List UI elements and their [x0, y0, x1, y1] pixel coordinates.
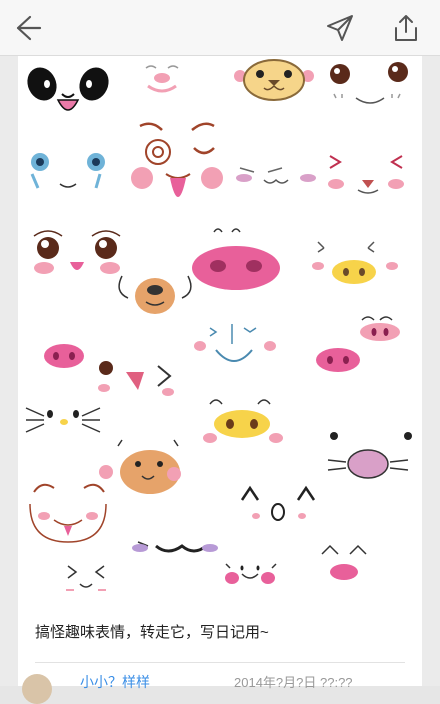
share-upload-icon [395, 15, 417, 41]
avatar[interactable] [22, 674, 52, 704]
top-toolbar [0, 0, 440, 56]
arrow-left-icon [16, 15, 42, 41]
post-card: 搞怪趣味表情，转走它，写日记用~ [18, 56, 422, 686]
post-caption: 搞怪趣味表情，转走它，写日记用~ [35, 624, 269, 641]
back-button[interactable] [8, 10, 44, 46]
left-margin [0, 56, 18, 686]
post-timestamp: 2014年?月?日 ??:?? [234, 675, 353, 690]
right-margin [422, 56, 440, 686]
author-name[interactable]: 小小？样样 [80, 672, 150, 692]
share-button[interactable] [388, 10, 424, 46]
send-button[interactable] [322, 10, 358, 46]
paper-plane-icon [327, 15, 353, 41]
cute-faces-image[interactable] [18, 56, 422, 604]
pink-snout-face [44, 344, 84, 368]
divider [35, 662, 405, 663]
